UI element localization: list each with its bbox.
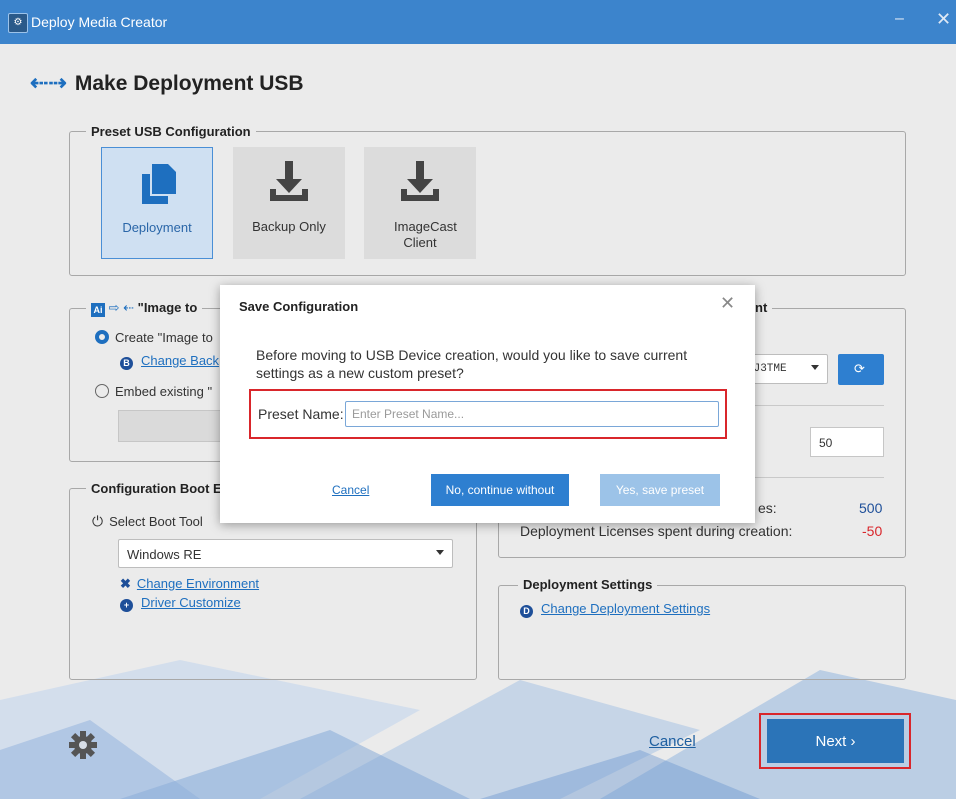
dialog-message: Before moving to USB Device creation, wo… bbox=[256, 347, 688, 381]
minimize-button[interactable]: – bbox=[895, 10, 904, 28]
save-preset-button[interactable]: Yes, save preset bbox=[600, 474, 720, 506]
preset-name-input[interactable] bbox=[345, 401, 719, 427]
app-window: ⚙ Deploy Media Creator – ✕ ⇠⇢ Make Deploy… bbox=[0, 0, 956, 799]
title-bar: ⚙ Deploy Media Creator – ✕ bbox=[0, 0, 956, 44]
dialog-close-icon[interactable]: ✕ bbox=[720, 293, 735, 314]
save-configuration-dialog: Save Configuration ✕ Before moving to US… bbox=[220, 285, 755, 523]
continue-without-button[interactable]: No, continue without bbox=[431, 474, 569, 506]
dialog-title: Save Configuration bbox=[239, 299, 359, 314]
dialog-cancel-link[interactable]: Cancel bbox=[332, 483, 369, 497]
app-icon: ⚙ bbox=[8, 13, 28, 33]
close-window-button[interactable]: ✕ bbox=[936, 9, 951, 30]
window-title: Deploy Media Creator bbox=[31, 14, 168, 30]
preset-name-row: Preset Name: bbox=[249, 389, 727, 439]
preset-name-label: Preset Name: bbox=[258, 406, 344, 422]
